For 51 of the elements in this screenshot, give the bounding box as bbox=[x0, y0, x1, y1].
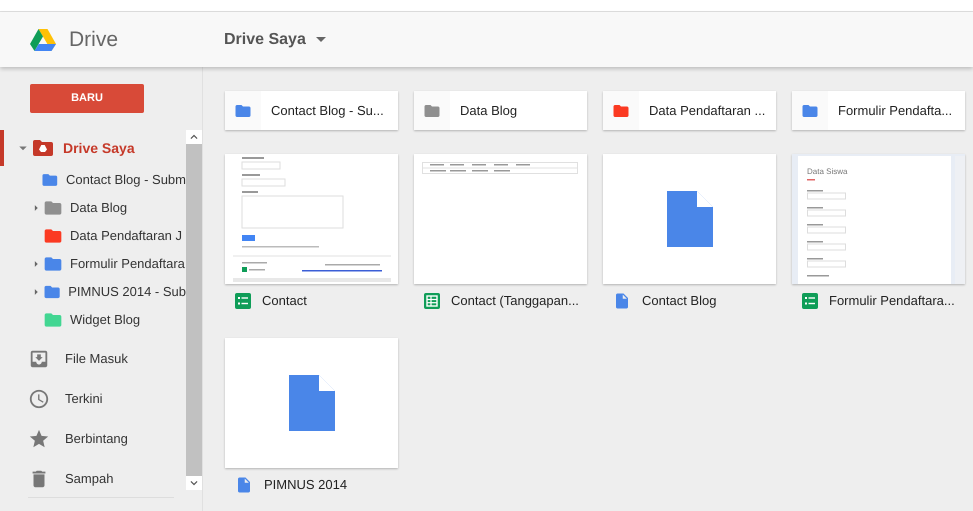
folder-card[interactable]: Formulir Pendafta... bbox=[792, 91, 965, 130]
nav-item[interactable]: Berbintang bbox=[0, 419, 186, 459]
folder-name: Data Blog bbox=[460, 102, 518, 120]
preview-title: Data Siswa bbox=[807, 168, 848, 176]
document-icon bbox=[613, 292, 631, 310]
folder-name: Data Pendaftaran J bbox=[70, 227, 182, 246]
nav-item[interactable]: Sampah bbox=[0, 459, 186, 490]
folder-tree-item[interactable]: Contact Blog - Subm bbox=[0, 166, 186, 194]
file-name: Contact (Tanggapan... bbox=[451, 292, 579, 310]
spreadsheet-icon bbox=[424, 293, 440, 309]
file-card[interactable]: PIMNUS 2014 bbox=[225, 338, 398, 502]
document-icon bbox=[288, 375, 334, 431]
folder-tree-item[interactable]: Widget Blog bbox=[0, 306, 186, 334]
folder-name: Formulir Pendafta... bbox=[838, 102, 952, 120]
file-name: Formulir Pendaftara... bbox=[829, 292, 955, 310]
file-card[interactable]: Contact Blog bbox=[603, 154, 776, 318]
file-name: Contact bbox=[262, 292, 307, 310]
file-name: PIMNUS 2014 bbox=[264, 476, 348, 494]
new-button[interactable]: BARU bbox=[30, 84, 144, 113]
nav-item[interactable]: Terkini bbox=[0, 379, 186, 419]
file-card[interactable]: Data Siswa Formulir Pendaftara... bbox=[792, 154, 965, 318]
folder-tree-item[interactable]: Data Blog bbox=[0, 194, 186, 222]
folder-tree-item[interactable]: Formulir Pendaftara bbox=[0, 250, 186, 278]
folder-name: Widget Blog bbox=[70, 311, 140, 330]
folder-name: PIMNUS 2014 - Sub bbox=[68, 283, 186, 302]
file-name: Contact Blog bbox=[642, 292, 716, 310]
form-icon bbox=[802, 293, 818, 309]
file-card[interactable]: Contact (Tanggapan... bbox=[414, 154, 587, 318]
location-dropdown[interactable]: Drive Saya bbox=[224, 28, 326, 52]
folder-card[interactable]: Data Blog bbox=[414, 91, 587, 130]
folder-name: Data Blog bbox=[70, 199, 128, 218]
caret-icon bbox=[316, 37, 326, 42]
folder-name: Contact Blog - Subm bbox=[66, 171, 186, 190]
file-card[interactable]: Contact bbox=[225, 154, 398, 318]
form-icon bbox=[235, 293, 251, 309]
star-icon bbox=[28, 428, 50, 450]
drive-logo-icon bbox=[30, 28, 56, 50]
folder-name: Formulir Pendaftara bbox=[70, 255, 185, 274]
document-icon bbox=[235, 476, 253, 494]
folder-tree-item[interactable]: Data Pendaftaran J bbox=[0, 222, 186, 250]
inbox-icon bbox=[28, 348, 50, 370]
app-name: Drive bbox=[69, 26, 118, 53]
drive-folder-icon bbox=[33, 140, 53, 156]
folder-card[interactable]: Contact Blog - Su... bbox=[225, 91, 398, 130]
folder-name: Contact Blog - Su... bbox=[271, 102, 384, 120]
folder-name: Data Pendaftaran ... bbox=[649, 102, 766, 120]
document-icon bbox=[666, 191, 712, 247]
folder-card[interactable]: Data Pendaftaran ... bbox=[603, 91, 776, 130]
folder-tree-item[interactable]: PIMNUS 2014 - Sub bbox=[0, 278, 186, 306]
nav-item[interactable]: File Masuk bbox=[0, 339, 186, 379]
clock-icon bbox=[28, 388, 50, 410]
